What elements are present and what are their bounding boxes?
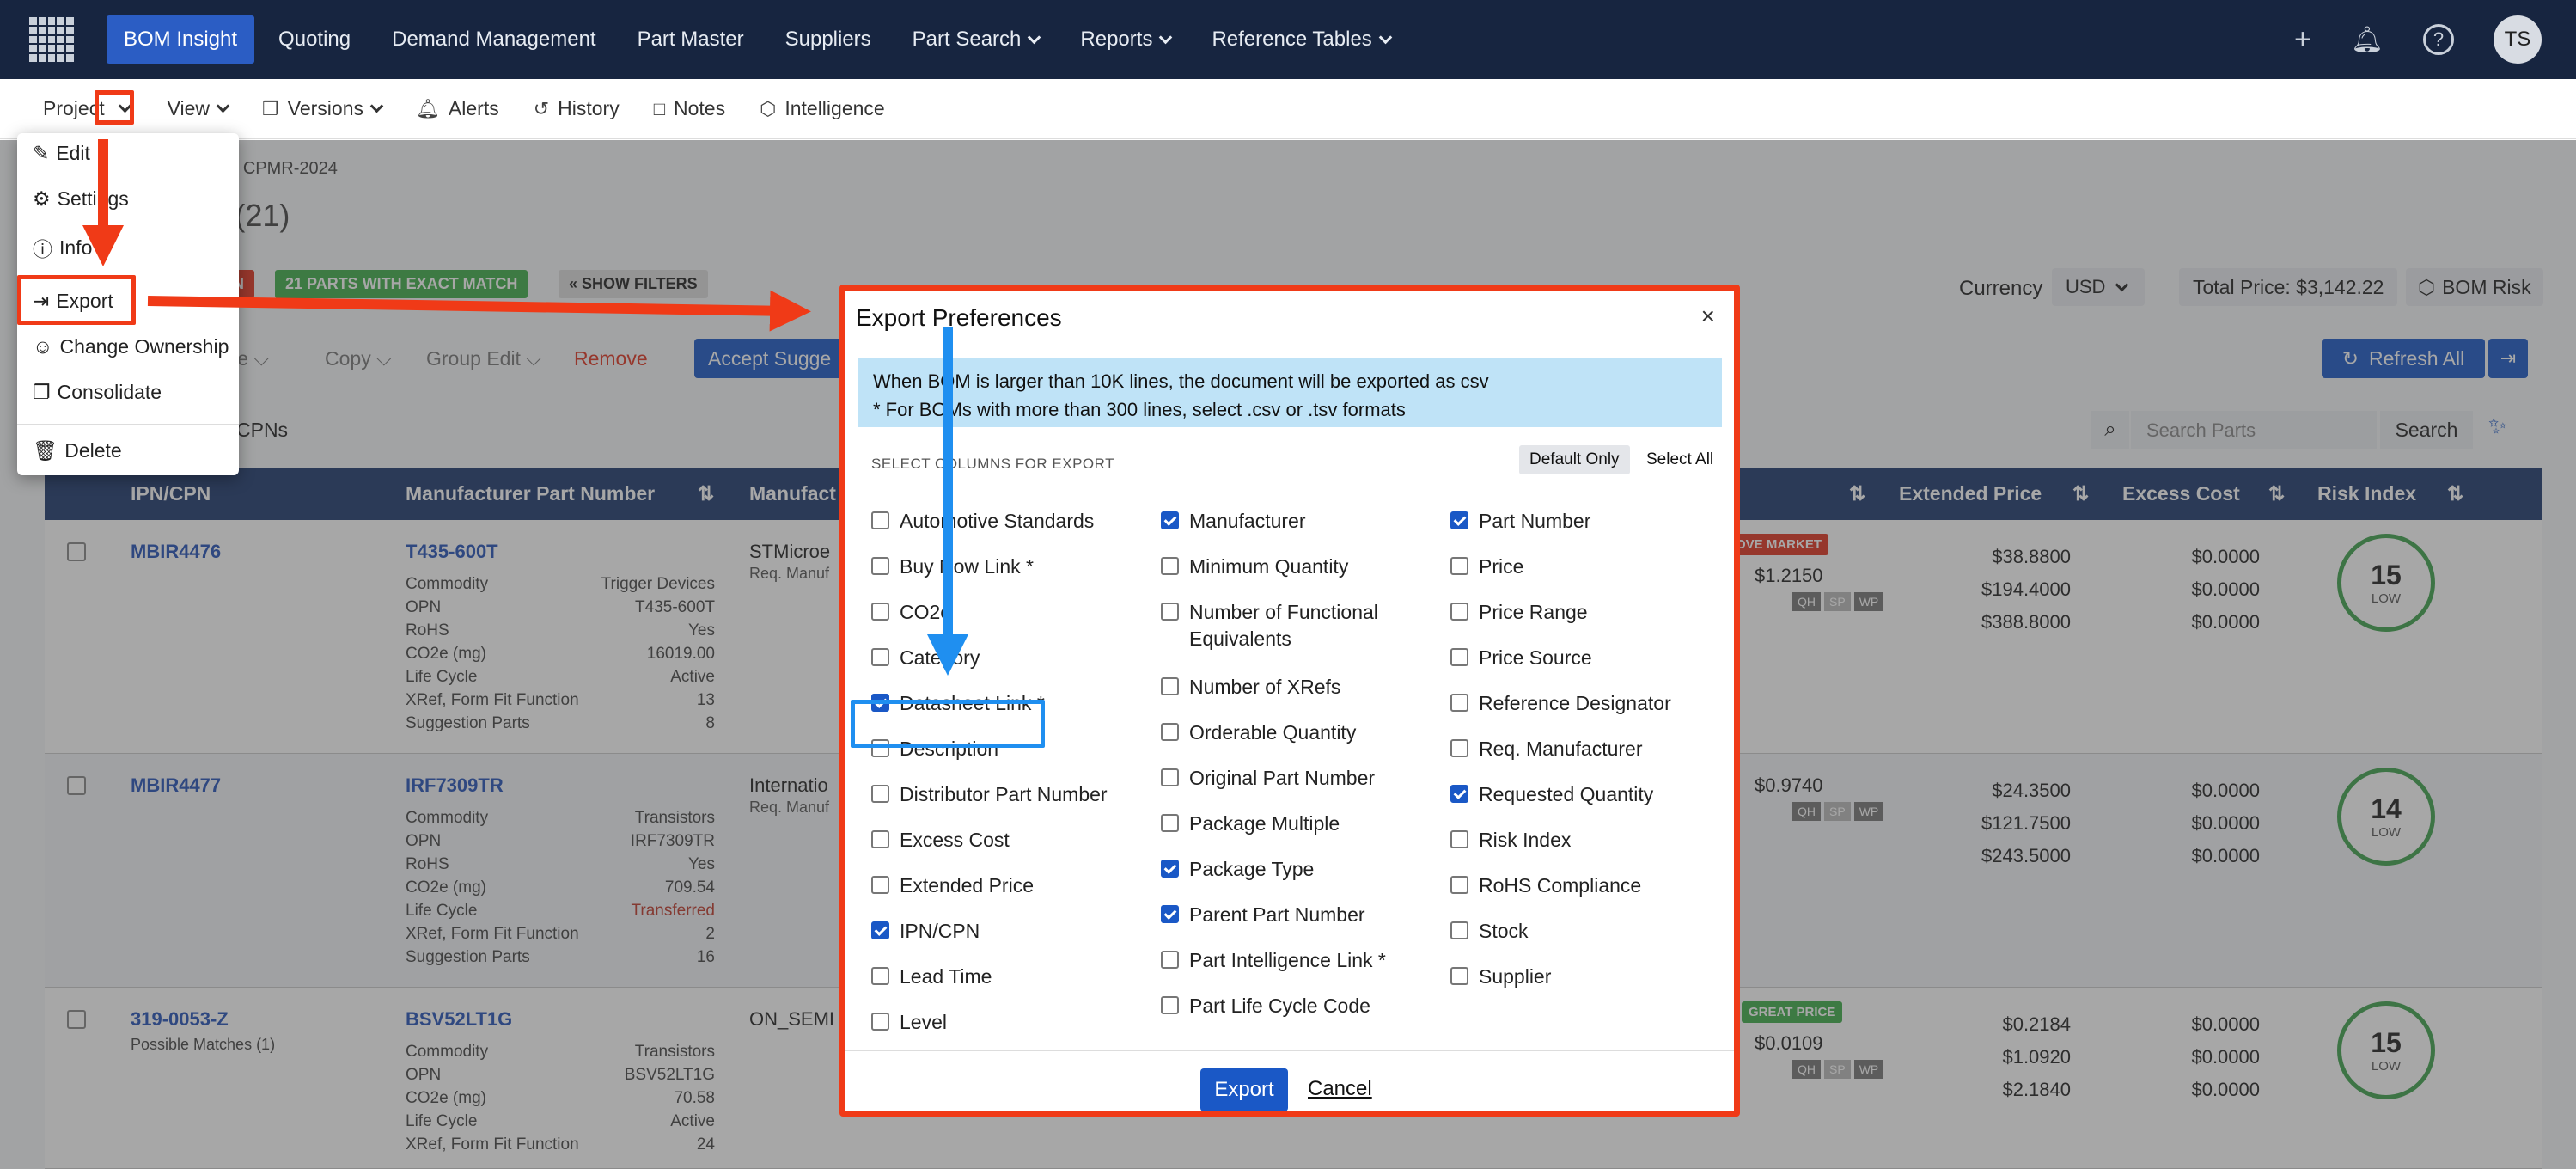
annotation-arrows [82,139,968,676]
arrow-export-to-modal [147,290,811,332]
